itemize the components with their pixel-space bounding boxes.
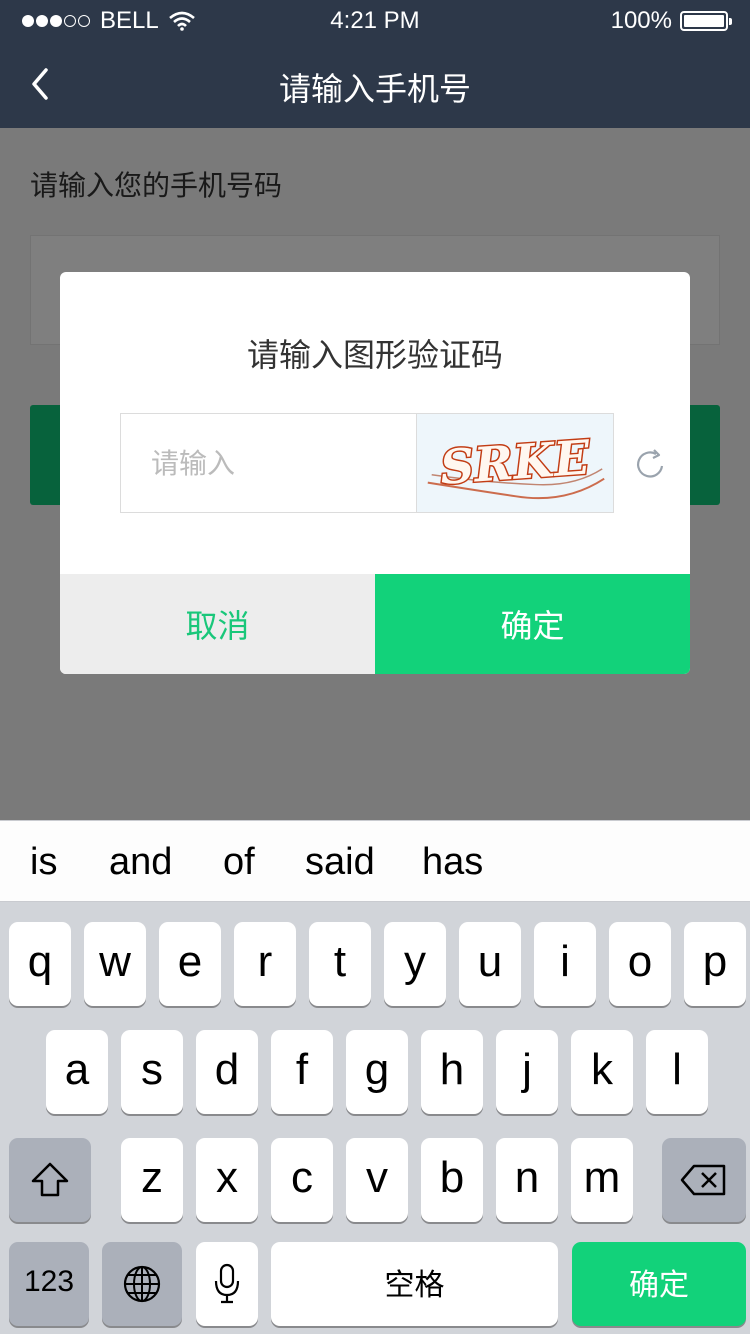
key-z[interactable]: z [121,1138,183,1222]
status-right: 100% [610,7,732,35]
key-n[interactable]: n [496,1138,558,1222]
key-w[interactable]: w [84,922,146,1006]
key-r[interactable]: r [234,922,296,1006]
globe-icon [123,1265,161,1303]
shift-key[interactable] [9,1138,91,1222]
captcha-image[interactable]: SRKE [416,413,614,513]
key-p[interactable]: p [684,922,746,1006]
microphone-key[interactable] [196,1242,258,1326]
key-o[interactable]: o [609,922,671,1006]
key-h[interactable]: h [421,1030,483,1114]
key-j[interactable]: j [496,1030,558,1114]
navigation-bar: 请输入手机号 [0,40,750,128]
space-key[interactable]: 空格 [271,1242,558,1326]
key-x[interactable]: x [196,1138,258,1222]
keyboard-suggestion-bar: is and of said has [0,820,750,902]
numbers-key[interactable]: 123 [9,1242,89,1326]
key-c[interactable]: c [271,1138,333,1222]
key-k[interactable]: k [571,1030,633,1114]
captcha-dialog: 请输入图形验证码 SRKE 取消 确定 [60,272,690,674]
suggestion-item[interactable]: and [109,841,172,884]
battery-icon [680,11,732,31]
key-a[interactable]: a [46,1030,108,1114]
key-t[interactable]: t [309,922,371,1006]
delete-icon [680,1164,726,1196]
key-b[interactable]: b [421,1138,483,1222]
microphone-icon [214,1263,240,1304]
key-v[interactable]: v [346,1138,408,1222]
suggestion-item[interactable]: said [305,841,375,884]
shift-icon [31,1162,69,1197]
keyboard: q w e r t y u i o p a s d f g h j k l z … [0,902,750,1334]
key-l[interactable]: l [646,1030,708,1114]
suggestion-item[interactable]: is [30,841,57,884]
key-u[interactable]: u [459,922,521,1006]
key-s[interactable]: s [121,1030,183,1114]
battery-percent: 100% [610,7,672,34]
svg-text:SRKE: SRKE [438,430,592,495]
refresh-icon[interactable] [632,446,668,482]
globe-key[interactable] [102,1242,182,1326]
suggestion-item[interactable]: of [223,841,255,884]
captcha-input[interactable] [120,413,417,513]
confirm-button[interactable]: 确定 [375,574,690,674]
delete-key[interactable] [662,1138,746,1222]
suggestion-item[interactable]: has [422,841,483,884]
return-key[interactable]: 确定 [572,1242,746,1326]
key-i[interactable]: i [534,922,596,1006]
key-q[interactable]: q [9,922,71,1006]
dialog-title: 请输入图形验证码 [246,336,503,374]
dialog-buttons: 取消 确定 [60,574,690,674]
key-m[interactable]: m [571,1138,633,1222]
key-d[interactable]: d [196,1030,258,1114]
status-bar: BELL 4:21 PM 100% [0,0,750,40]
key-y[interactable]: y [384,922,446,1006]
page-title: 请输入手机号 [278,70,471,108]
key-e[interactable]: e [159,922,221,1006]
key-g[interactable]: g [346,1030,408,1114]
key-f[interactable]: f [271,1030,333,1114]
cancel-button[interactable]: 取消 [60,574,375,674]
